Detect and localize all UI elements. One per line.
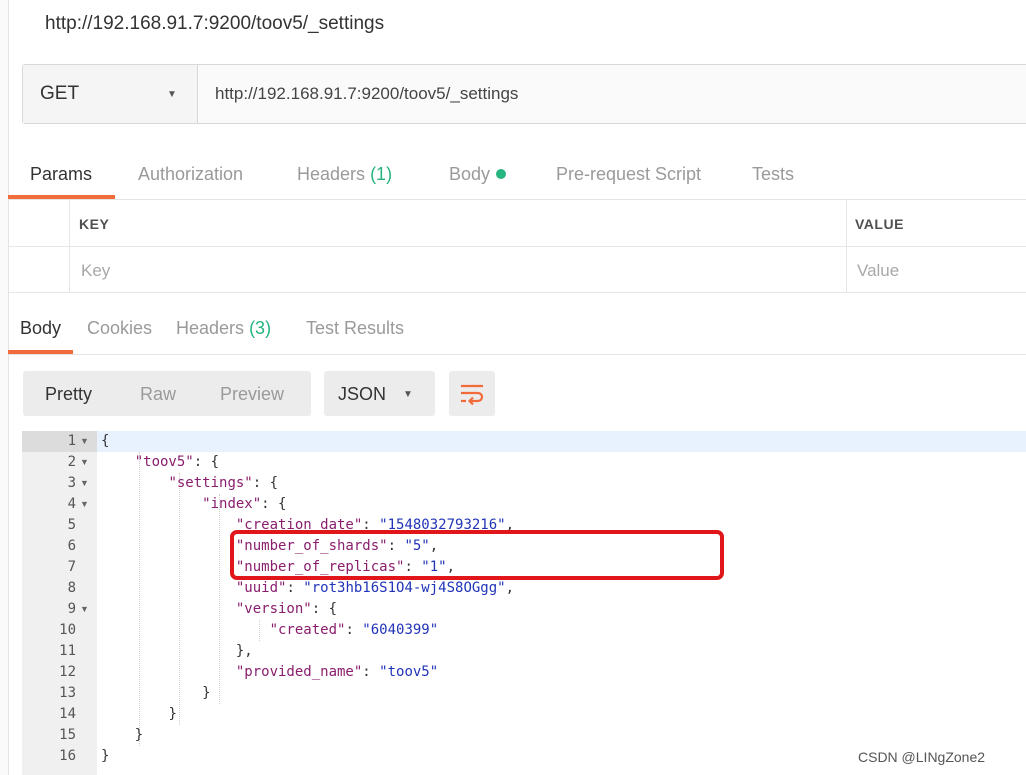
value-input[interactable]: Value [847,247,1026,293]
tab-body[interactable]: Body [449,164,507,185]
response-code-editor[interactable]: 1 2 3 4 5 6 7 8 9 10 11 12 13 14 15 16 ▼… [22,431,1026,775]
table-checkbox-cell[interactable] [8,247,70,293]
value-placeholder: Value [857,261,900,280]
line-number: 3 [67,475,76,491]
tab-headers-label: Headers [297,164,366,184]
fold-toggle-icon[interactable]: ▼ [80,599,89,620]
fold-toggle-icon[interactable]: ▼ [80,431,89,452]
body-active-dot-icon [496,169,507,179]
line-number: 1 [67,433,76,449]
code-line: } [168,706,177,722]
pretty-button[interactable]: Pretty [45,384,92,405]
active-line [97,431,1026,452]
watermark: CSDN @LINgZone2 [858,749,986,765]
tab-headers-count: (1) [370,164,393,184]
line-number: 7 [67,559,76,575]
tab-test-results[interactable]: Test Results [306,318,404,339]
code-line: "version": { [235,601,338,617]
key-header-label: KEY [79,216,110,232]
line-number: 11 [59,643,76,659]
format-label: JSON [338,384,387,404]
chevron-down-icon: ▼ [403,389,413,400]
table-header-key: KEY [70,200,847,247]
tab-body-label: Body [449,164,491,184]
code-line: } [134,727,144,743]
code-line: } [202,685,211,701]
tab-pre-request-script[interactable]: Pre-request Script [556,164,701,185]
url-input[interactable]: http://192.168.91.7:9200/toov5/_settings [215,84,518,104]
line-number: 16 [59,748,76,764]
code-line: "uuid": "rot3hb16S1O4-wj4S8OGgg", [235,580,515,596]
annotation-highlight-box [230,530,724,580]
line-number: 6 [67,538,76,554]
tab-response-body[interactable]: Body [20,318,61,339]
fold-toggle-icon[interactable]: ▼ [80,494,89,515]
method-select[interactable]: GET ▼ [23,65,198,123]
chevron-down-icon: ▼ [167,89,177,100]
line-number: 4 [67,496,76,512]
line-number: 9 [67,601,76,617]
code-line: } [101,748,110,764]
wrap-lines-button[interactable] [449,371,495,416]
table-header-value: VALUE [847,200,1026,247]
tab-params[interactable]: Params [30,164,92,185]
left-panel-edge [0,0,9,775]
format-select[interactable]: JSON ▼ [324,371,435,416]
line-number: 13 [59,685,76,701]
url-bar: GET ▼ http://192.168.91.7:9200/toov5/_se… [22,64,1026,124]
code-line: "index": { [202,496,287,512]
line-number: 5 [67,517,76,533]
method-label: GET [40,83,80,104]
divider [8,354,1026,355]
tab-authorization[interactable]: Authorization [138,164,243,185]
tab-tests[interactable]: Tests [752,164,794,185]
params-table: KEY VALUE Key Value [8,200,1026,293]
table-checkbox-header [8,200,70,247]
line-number: 14 [59,706,76,722]
tab-response-headers-label: Headers [176,318,245,338]
code-line: "settings": { [168,475,279,491]
value-header-label: VALUE [855,216,904,232]
tab-headers[interactable]: Headers (1) [297,164,392,185]
tab-response-headers-count: (3) [249,318,272,338]
key-placeholder: Key [81,261,111,280]
fold-toggle-icon[interactable]: ▼ [80,473,89,494]
code-line: "toov5": { [134,454,220,470]
line-number: 15 [59,727,76,743]
key-input[interactable]: Key [70,247,847,293]
wrap-lines-icon [461,384,484,406]
tab-response-headers[interactable]: Headers (3) [176,318,271,339]
line-number: 2 [67,454,76,470]
line-number: 8 [67,580,76,596]
view-mode-group: Pretty Raw Preview [23,371,311,416]
tab-cookies[interactable]: Cookies [87,318,152,339]
raw-button[interactable]: Raw [140,384,176,405]
line-number: 12 [59,664,76,680]
preview-button[interactable]: Preview [220,384,284,405]
fold-toggle-icon[interactable]: ▼ [80,452,89,473]
code-line: "created": "6040399" [269,622,439,638]
line-number: 10 [59,622,76,638]
code-line: }, [235,643,253,659]
code-line: { [101,433,110,449]
request-title: http://192.168.91.7:9200/toov5/_settings [45,13,385,34]
code-line: "provided_name": "toov5" [235,664,439,680]
